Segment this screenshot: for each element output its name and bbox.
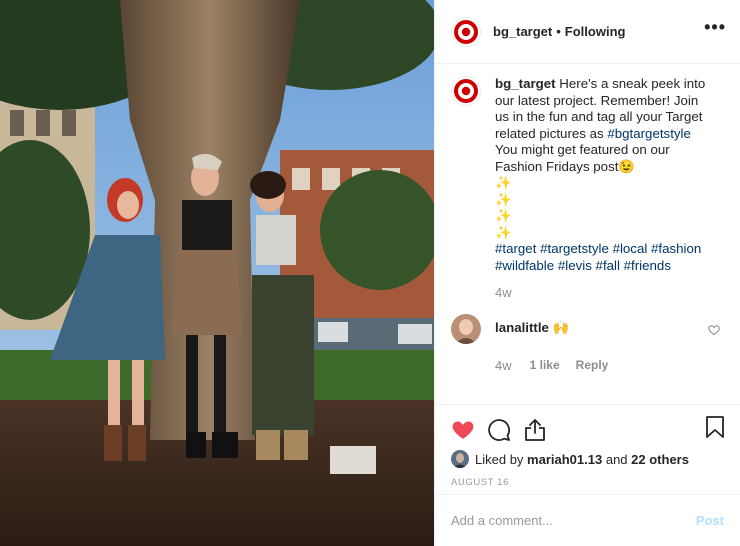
post-details-panel: bg_target • Following ••• bg_target Here… xyxy=(434,0,740,546)
hashtag-link[interactable]: #wildfable xyxy=(495,258,554,273)
more-options-icon[interactable]: ••• xyxy=(704,18,726,36)
sparkle-emoji: ✨ xyxy=(495,208,512,223)
wink-emoji: 😉 xyxy=(618,158,635,174)
comment-emoji: 🙌 xyxy=(552,320,570,335)
sparkle-emoji: ✨ xyxy=(495,224,512,240)
likes-summary: Liked by mariah01.13 and 22 others xyxy=(435,450,740,468)
photo-illustration xyxy=(0,0,434,546)
hashtag-link[interactable]: #local xyxy=(613,241,648,256)
hashtag-link[interactable]: #fall xyxy=(596,258,620,273)
action-buttons xyxy=(435,405,740,449)
share-icon[interactable] xyxy=(523,418,547,445)
bookmark-icon[interactable] xyxy=(704,415,726,442)
post-date[interactable]: AUGUST 16 xyxy=(435,477,740,488)
post-photo[interactable] xyxy=(0,0,434,546)
caption-timestamp[interactable]: 4w xyxy=(495,285,724,300)
hashtag-link[interactable]: #fashion xyxy=(651,241,701,256)
liked-by-and: and xyxy=(605,451,628,467)
liker-username[interactable]: mariah01.13 xyxy=(527,452,602,467)
commenter-username[interactable]: lanalittle xyxy=(495,320,549,335)
sparkle-emoji: ✨ xyxy=(495,175,512,190)
liker-avatar[interactable] xyxy=(451,450,469,468)
hashtag-link[interactable]: #bgtargetstyle xyxy=(607,126,691,141)
hashtag-link[interactable]: #targetstyle xyxy=(540,241,609,256)
caption-text-part-2: You might get featured on our Fashion Fr… xyxy=(495,142,670,174)
caption-username[interactable]: bg_target xyxy=(495,76,556,91)
actions-section: Liked by mariah01.13 and 22 others AUGUS… xyxy=(435,404,740,546)
sparkle-emoji: ✨ xyxy=(495,191,512,207)
commenter-avatar[interactable] xyxy=(451,314,481,344)
comment-icon[interactable] xyxy=(487,418,511,445)
comment-likes-link[interactable]: 1 like xyxy=(530,358,560,373)
target-avatar[interactable] xyxy=(451,16,481,47)
caption-row: bg_target Here's a sneak peek into our l… xyxy=(451,76,724,274)
comment-input[interactable] xyxy=(451,513,696,528)
reply-button[interactable]: Reply xyxy=(576,358,609,373)
following-button[interactable]: Following xyxy=(565,24,626,39)
comment-item: lanalittle 🙌 xyxy=(451,314,724,344)
caption-text: bg_target Here's a sneak peek into our l… xyxy=(495,76,715,274)
liked-by-prefix: Liked by xyxy=(475,451,524,467)
others-likes-link[interactable]: 22 others xyxy=(631,452,689,467)
add-comment-bar: Post xyxy=(435,494,740,546)
comment-meta: 4w 1 like Reply xyxy=(495,358,724,373)
header-username[interactable]: bg_target xyxy=(493,24,552,39)
comment-timestamp[interactable]: 4w xyxy=(495,358,512,373)
target-logo-icon xyxy=(451,76,481,106)
comments-section: bg_target Here's a sneak peek into our l… xyxy=(451,76,724,373)
instagram-post: bg_target • Following ••• bg_target Here… xyxy=(0,0,740,546)
hashtag-link[interactable]: #target xyxy=(495,241,536,256)
hashtag-link[interactable]: #levis xyxy=(558,258,592,273)
avatar-photo xyxy=(451,314,481,344)
comment-text: lanalittle 🙌 xyxy=(495,314,569,344)
post-header: bg_target • Following ••• xyxy=(435,0,740,64)
header-separator: • xyxy=(556,24,561,39)
hashtag-link[interactable]: #friends xyxy=(624,258,671,273)
comment-like-heart-icon[interactable] xyxy=(708,324,720,339)
target-logo-icon xyxy=(451,16,481,47)
heart-icon[interactable] xyxy=(451,418,475,445)
post-comment-button[interactable]: Post xyxy=(696,513,724,528)
caption-avatar[interactable] xyxy=(451,76,481,106)
